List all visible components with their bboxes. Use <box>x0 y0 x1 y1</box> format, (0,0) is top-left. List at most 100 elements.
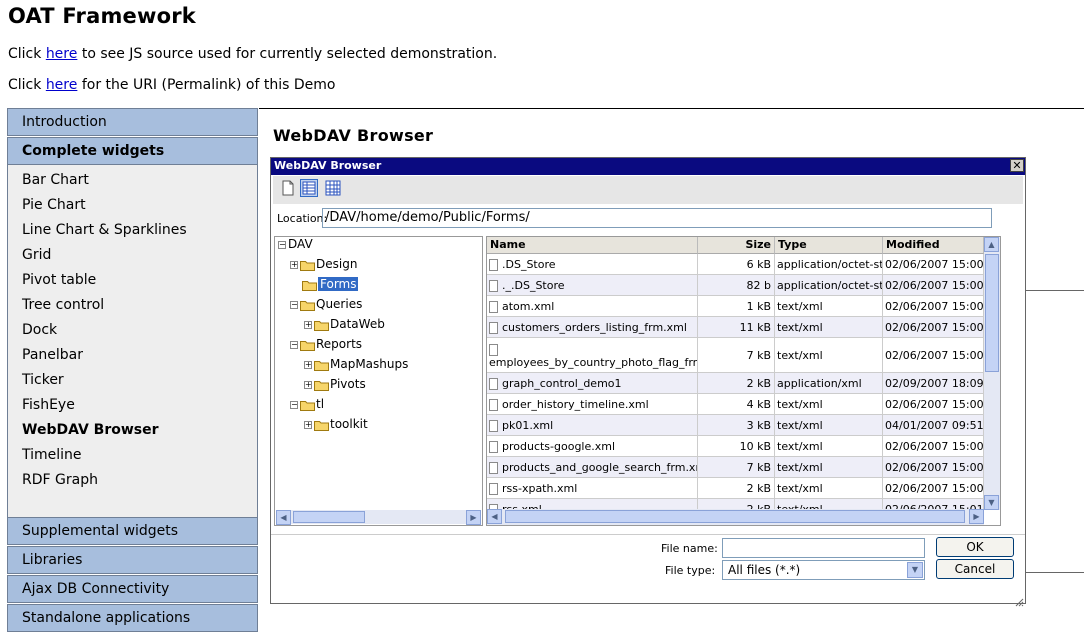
new-file-icon[interactable] <box>279 179 297 197</box>
vertical-scrollbar[interactable]: ▲ ▼ <box>984 237 1000 510</box>
tree-node-queries[interactable]: − Queries <box>290 296 362 312</box>
tree-node-mapmashups[interactable]: + MapMashups <box>304 356 408 372</box>
file-row[interactable]: products-google.xml 10 kB text/xml 02/06/20… <box>487 436 984 457</box>
file-row[interactable]: .DS_Store 6 kBapplication/octet-stream02/… <box>487 254 984 275</box>
tree-horizontal-scrollbar[interactable]: ◀ ▶ <box>276 510 481 525</box>
scroll-left-icon[interactable]: ◀ <box>487 509 502 524</box>
horizontal-scrollbar[interactable]: ◀ ▶ <box>487 509 984 525</box>
tree-node-dav[interactable]: − DAV <box>278 236 313 252</box>
file-row[interactable]: employees_by_country_photo_flag_frm.xml7… <box>487 338 984 373</box>
nav-section-libraries[interactable]: Libraries <box>7 546 258 574</box>
nav-item-line-chart[interactable]: Line Chart & Sparklines <box>22 222 187 238</box>
tree-node-label: Forms <box>318 277 359 291</box>
tree-node-pivots[interactable]: + Pivots <box>304 376 366 392</box>
folder-icon <box>314 359 329 371</box>
divider <box>1025 290 1084 291</box>
permalink-link[interactable]: here <box>46 77 78 93</box>
scroll-right-icon[interactable]: ▶ <box>969 509 984 524</box>
nav-item-fisheye[interactable]: FishEye <box>22 397 75 413</box>
column-header-modified[interactable]: Modified <box>883 237 984 254</box>
tree-node-toolkit[interactable]: + toolkit <box>304 416 368 432</box>
column-header-size[interactable]: Size <box>698 237 775 254</box>
nav-item-webdav-browser[interactable]: WebDAV Browser <box>22 422 159 438</box>
js-source-link[interactable]: here <box>46 46 78 62</box>
collapse-icon[interactable]: − <box>290 340 298 349</box>
file-modified: 02/09/2007 18:09 <box>883 373 984 393</box>
tree-node-tl[interactable]: − tl <box>290 396 324 412</box>
scroll-thumb[interactable] <box>505 510 965 523</box>
close-icon[interactable]: ✕ <box>1010 159 1024 172</box>
scroll-left-icon[interactable]: ◀ <box>276 510 291 525</box>
scroll-down-icon[interactable]: ▼ <box>984 495 999 510</box>
nav-section-standalone[interactable]: Standalone applications <box>7 604 258 632</box>
nav-item-panelbar[interactable]: Panelbar <box>22 347 83 363</box>
file-name: .DS_Store <box>502 258 556 271</box>
scroll-thumb[interactable] <box>293 511 365 523</box>
nav-item-dock[interactable]: Dock <box>22 322 57 338</box>
file-icon <box>489 259 498 271</box>
file-row[interactable]: pk01.xml 3 kB text/xml 04/01/2007 09:51 <box>487 415 984 436</box>
file-name-cell: products_and_google_search_frm.xml <box>487 457 698 477</box>
file-row[interactable]: rss-xpath.xml 2 kB text/xml 02/06/2007 15:0… <box>487 478 984 499</box>
nav-section-ajax-db[interactable]: Ajax DB Connectivity <box>7 575 258 603</box>
divider <box>1025 572 1084 573</box>
collapse-icon[interactable]: − <box>290 400 298 409</box>
nav-section-introduction[interactable]: Introduction <box>7 108 258 136</box>
file-type: text/xml <box>775 478 883 498</box>
file-size: 7 kB <box>698 338 775 372</box>
file-icon <box>489 301 498 313</box>
nav-item-ticker[interactable]: Ticker <box>22 372 64 388</box>
tree-node-forms[interactable]: Forms <box>302 276 359 292</box>
tree-node-reports[interactable]: − Reports <box>290 336 362 352</box>
icons-view-icon[interactable] <box>324 179 342 197</box>
expand-icon[interactable]: + <box>290 260 298 269</box>
nav-item-grid[interactable]: Grid <box>22 247 51 263</box>
filename-input[interactable] <box>722 538 925 558</box>
tree-node-dataweb[interactable]: + DataWeb <box>304 316 385 332</box>
scroll-right-icon[interactable]: ▶ <box>466 510 481 525</box>
location-input[interactable]: /DAV/home/demo/Public/Forms/ <box>322 208 992 228</box>
dialog-titlebar[interactable]: WebDAV Browser ✕ <box>271 158 1025 175</box>
nav-section-complete-widgets[interactable]: Complete widgets <box>7 137 258 165</box>
nav-item-bar-chart[interactable]: Bar Chart <box>22 172 89 188</box>
ok-button[interactable]: OK <box>936 537 1014 557</box>
expand-icon[interactable]: + <box>304 360 312 369</box>
nav-item-rdf-graph[interactable]: RDF Graph <box>22 472 98 488</box>
expand-icon[interactable]: + <box>304 420 312 429</box>
filename-label: File name: <box>661 542 718 555</box>
collapse-icon[interactable]: − <box>278 240 286 249</box>
file-row[interactable]: ._.DS_Store 82 bapplication/octet-stream0… <box>487 275 984 296</box>
scroll-up-icon[interactable]: ▲ <box>984 237 999 252</box>
column-header-name[interactable]: Name <box>487 237 698 254</box>
file-row[interactable]: customers_orders_listing_frm.xml 11 kB tex… <box>487 317 984 338</box>
resize-grip-icon[interactable] <box>1014 592 1024 607</box>
file-row[interactable]: atom.xml 1 kB text/xml 02/06/2007 15:00 <box>487 296 984 317</box>
filetype-select[interactable]: All files (*.*) ▼ <box>722 560 925 580</box>
nav-section-supplemental-widgets[interactable]: Supplemental widgets <box>7 517 258 545</box>
file-name-cell: order_history_timeline.xml <box>487 394 698 414</box>
details-view-icon[interactable] <box>300 179 318 197</box>
scroll-thumb[interactable] <box>985 254 999 372</box>
file-name-cell: customers_orders_listing_frm.xml <box>487 317 698 337</box>
file-size: 2 kB <box>698 478 775 498</box>
file-size: 3 kB <box>698 415 775 435</box>
nav-item-timeline[interactable]: Timeline <box>22 447 82 463</box>
tree-node-label: Queries <box>316 297 363 311</box>
file-modified: 02/06/2007 15:00 <box>883 254 984 274</box>
nav-item-tree-control[interactable]: Tree control <box>22 297 104 313</box>
nav-item-pivot-table[interactable]: Pivot table <box>22 272 96 288</box>
column-header-type[interactable]: Type <box>775 237 883 254</box>
nav-item-pie-chart[interactable]: Pie Chart <box>22 197 86 213</box>
file-row[interactable]: graph_control_demo1 2 kB application/xml 02… <box>487 373 984 394</box>
expand-icon[interactable]: + <box>304 380 312 389</box>
file-row[interactable]: products_and_google_search_frm.xml 7 kB te… <box>487 457 984 478</box>
file-icon <box>489 399 498 411</box>
chevron-down-icon[interactable]: ▼ <box>907 562 923 578</box>
collapse-icon[interactable]: − <box>290 300 298 309</box>
tree-node-design[interactable]: + Design <box>290 256 357 272</box>
expand-icon[interactable]: + <box>304 320 312 329</box>
file-row[interactable]: order_history_timeline.xml 4 kB text/xml 02… <box>487 394 984 415</box>
file-type: application/xml <box>775 373 883 393</box>
file-modified: 02/06/2007 15:00 <box>883 394 984 414</box>
cancel-button[interactable]: Cancel <box>936 559 1014 579</box>
